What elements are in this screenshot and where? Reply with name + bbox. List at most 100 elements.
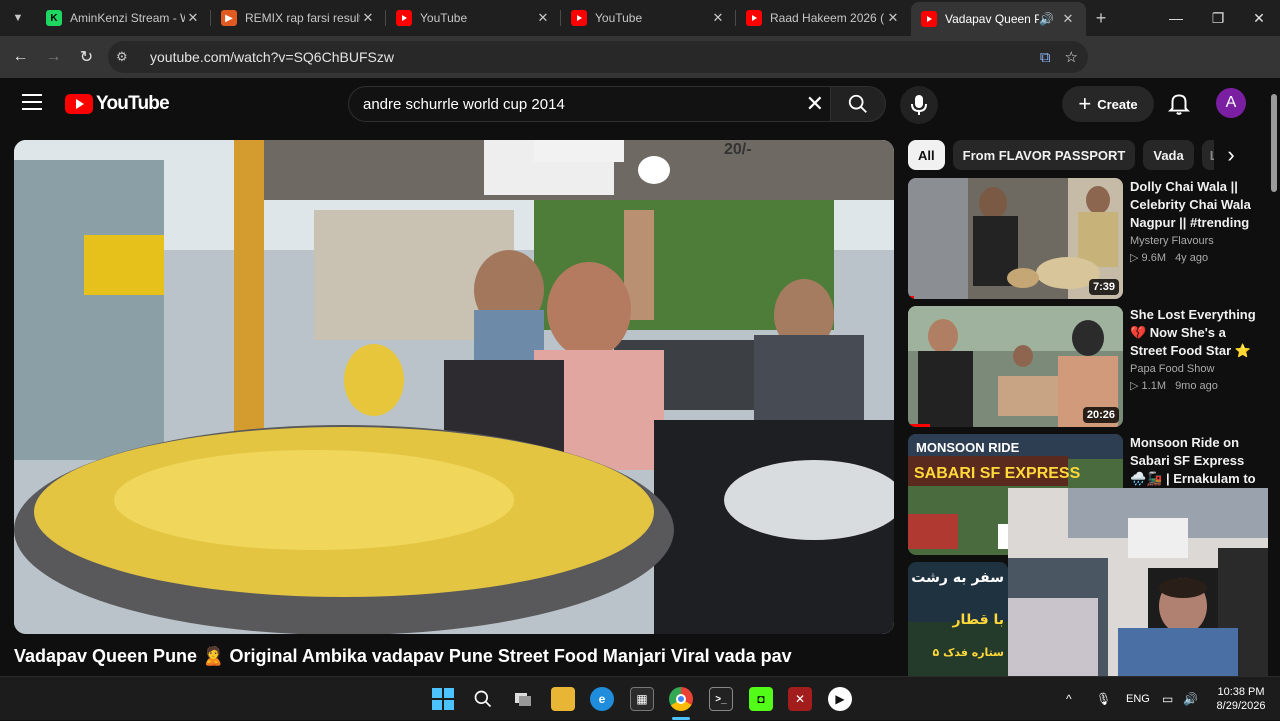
browser-tab-active[interactable]: Vadapav Queen Pu 🔊 ✕ <box>911 2 1086 36</box>
search-result-icon: ▶ <box>221 10 237 26</box>
youtube-icon <box>921 11 937 27</box>
video-stats: ▷ 9.6M 4y ago <box>1130 251 1258 264</box>
microphone-icon <box>911 95 927 115</box>
chevron-up-icon[interactable]: ^ <box>1066 677 1072 721</box>
cast-icon[interactable]: ⧉ <box>1040 49 1051 66</box>
tab-close-icon[interactable]: ✕ <box>360 10 376 26</box>
chip-from-channel[interactable]: From FLAVOR PASSPORT <box>952 140 1136 170</box>
views-icon: ▷ <box>1130 252 1139 264</box>
address-bar[interactable]: ⚙ youtube.com/watch?v=SQ6ChBUFSzw ⧉ ☆ <box>108 41 1088 73</box>
search-input[interactable]: andre schurrle world cup 2014 ✕ <box>348 86 830 122</box>
window-close-button[interactable]: ✕ <box>1238 0 1280 36</box>
video-thumbnail[interactable]: 7:39 <box>908 178 1123 299</box>
store-icon[interactable]: ▦ <box>630 687 654 711</box>
recommendation-title[interactable]: She Lost Everything 💔 Now She's a Street… <box>1130 306 1258 360</box>
video-stats: ▷ 1.1M 9mo ago <box>1130 379 1258 392</box>
page-scrollbar[interactable] <box>1268 78 1280 676</box>
tab-close-icon[interactable]: ✕ <box>185 10 201 26</box>
chevron-right-icon[interactable]: › <box>1214 140 1248 170</box>
terminal-icon[interactable]: >_ <box>709 687 733 711</box>
voice-search-button[interactable] <box>900 86 938 124</box>
youtube-logo[interactable]: YouTube <box>65 93 170 115</box>
tab-title: Vadapav Queen Pu <box>945 12 1040 26</box>
thumbnail-text: MONSOON RIDE <box>916 440 1020 455</box>
search-button[interactable] <box>830 86 886 122</box>
windows-start-icon[interactable] <box>431 687 455 711</box>
channel-name[interactable]: Mystery Flavours <box>1130 235 1258 247</box>
tab-close-icon[interactable]: ✕ <box>1060 11 1076 27</box>
site-info-icon[interactable]: ⚙ <box>116 49 140 65</box>
kick-app-icon[interactable]: ◘ <box>749 687 773 711</box>
tab-close-icon[interactable]: ✕ <box>535 10 551 26</box>
youtube-icon <box>746 10 762 26</box>
browser-tab[interactable]: Raad Hakeem 2026 ( ✕ <box>736 0 911 36</box>
price-sign-text: 20/- <box>724 141 752 158</box>
webcam-image <box>1008 488 1280 676</box>
upload-age: 4y ago <box>1175 252 1209 264</box>
bookmark-star-icon[interactable]: ☆ <box>1065 48 1078 66</box>
tab-search-button[interactable]: ▼ <box>0 0 36 36</box>
watch-progress-bar <box>908 296 915 299</box>
microphone-icon[interactable]: 🎙 <box>1096 677 1111 721</box>
video-thumbnail[interactable]: سفر به رشت با قطار ۵ ستاره فدک <box>908 562 1008 683</box>
tab-close-icon[interactable]: ✕ <box>710 10 726 26</box>
maximize-button[interactable]: ❐ <box>1197 0 1239 36</box>
recommendation-title[interactable]: Monsoon Ride on Sabari SF Express 🌧️🚂 | … <box>1130 434 1258 488</box>
browser-tab[interactable]: YouTube ✕ <box>386 0 561 36</box>
chip-vada[interactable]: Vada <box>1143 140 1194 170</box>
hamburger-menu-icon[interactable] <box>22 94 42 110</box>
watch-progress-bar <box>908 424 930 427</box>
kick-icon: K <box>46 10 62 26</box>
account-avatar[interactable]: A <box>1216 88 1246 118</box>
clear-search-icon[interactable]: ✕ <box>806 93 824 115</box>
scrollbar-thumb[interactable] <box>1271 94 1277 192</box>
url-text[interactable]: youtube.com/watch?v=SQ6ChBUFSzw <box>150 49 394 65</box>
notifications-bell-icon[interactable] <box>1166 90 1192 116</box>
browser-tab-strip: ▼ K AminKenzi Stream - W ✕ ▶ REMIX rap f… <box>0 0 1280 36</box>
search-query[interactable]: andre schurrle world cup 2014 <box>363 96 565 113</box>
youtube-header: YouTube andre schurrle world cup 2014 ✕ … <box>0 78 1268 130</box>
file-explorer-icon[interactable] <box>551 687 575 711</box>
chrome-icon[interactable] <box>669 687 693 711</box>
browser-tab[interactable]: K AminKenzi Stream - W ✕ <box>36 0 211 36</box>
new-tab-button[interactable]: + <box>1086 8 1116 29</box>
video-frame: 20/- <box>14 140 894 634</box>
tab-title: AminKenzi Stream - W <box>70 11 185 25</box>
dota-icon[interactable]: ✕ <box>788 687 812 711</box>
tab-title: REMIX rap farsi results <box>245 11 360 25</box>
tab-title: Raad Hakeem 2026 ( <box>770 11 885 25</box>
task-view-icon[interactable] <box>511 687 535 711</box>
video-thumbnail[interactable]: 20:26 <box>908 306 1123 427</box>
edge-icon[interactable]: e <box>590 687 614 711</box>
reload-icon[interactable]: ↻ <box>70 41 103 73</box>
view-count: 9.6M <box>1141 252 1166 264</box>
search-icon <box>848 94 867 113</box>
media-player-icon[interactable]: ▶ <box>828 687 852 711</box>
browser-tab[interactable]: ▶ REMIX rap farsi results ✕ <box>211 0 386 36</box>
network-icon[interactable]: ▭ <box>1162 677 1173 721</box>
minimize-button[interactable]: — <box>1155 0 1197 36</box>
view-count: 1.1M <box>1141 380 1166 392</box>
recommendation-item[interactable]: 7:39 Dolly Chai Wala || Celebrity Chai W… <box>908 178 1258 300</box>
channel-name[interactable]: Papa Food Show <box>1130 363 1258 375</box>
recommendation-title[interactable]: Dolly Chai Wala || Celebrity Chai Wala N… <box>1130 178 1258 232</box>
thumbnail-text: SABARI SF EXPRESS <box>914 465 1081 482</box>
volume-icon[interactable]: 🔊 <box>1183 677 1198 721</box>
forward-icon[interactable]: → <box>37 41 70 73</box>
input-language[interactable]: ENG <box>1126 677 1150 721</box>
browser-tab[interactable]: YouTube ✕ <box>561 0 736 36</box>
speaker-icon[interactable]: 🔊 <box>1039 12 1054 26</box>
back-icon[interactable]: ← <box>4 41 37 73</box>
clock-time: 10:38 PM <box>1217 686 1265 698</box>
filter-chips: All From FLAVOR PASSPORT Vada Le <box>908 140 1248 170</box>
youtube-play-icon <box>65 94 93 114</box>
video-player[interactable]: 20/- <box>14 140 894 634</box>
create-button[interactable]: + Create <box>1062 86 1154 122</box>
plus-icon: + <box>1078 91 1092 116</box>
tab-close-icon[interactable]: ✕ <box>885 10 901 26</box>
system-clock[interactable]: 10:38 PM 8/29/2026 <box>1208 685 1274 713</box>
search-icon[interactable] <box>471 687 495 711</box>
recommendation-item[interactable]: 20:26 She Lost Everything 💔 Now She's a … <box>908 306 1258 428</box>
thumbnail-text: سفر به رشت <box>911 570 1004 586</box>
chip-all[interactable]: All <box>908 140 945 170</box>
